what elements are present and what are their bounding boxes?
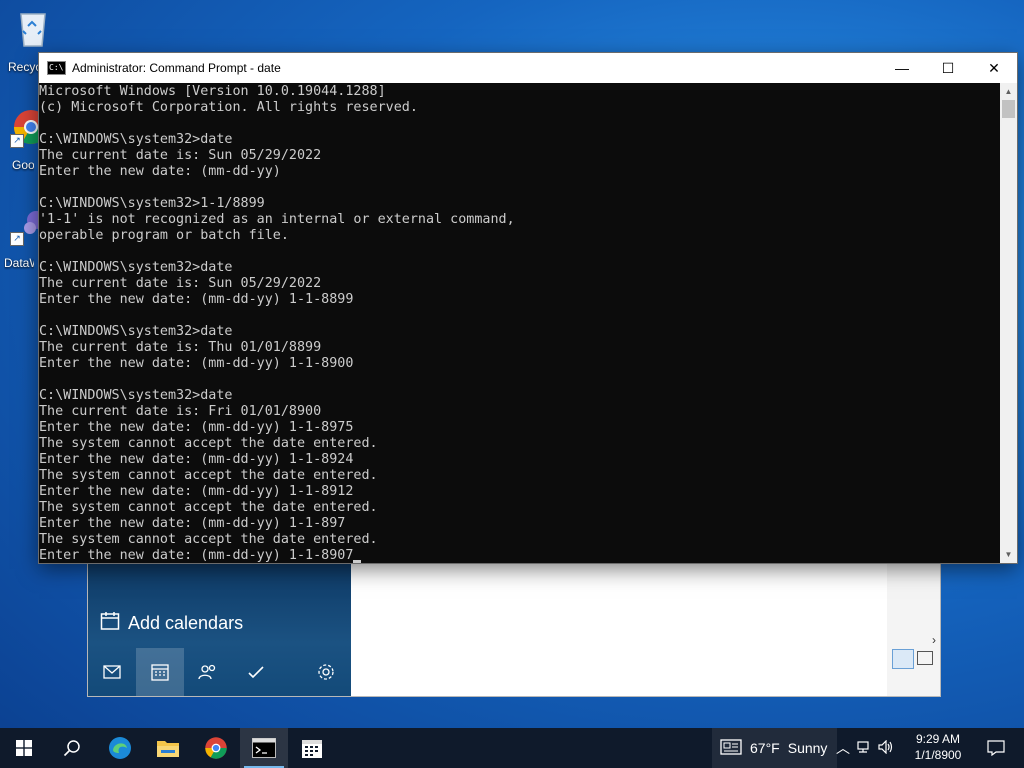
console-line: operable program or batch file. — [39, 228, 289, 243]
chevron-up-icon[interactable]: ︿ — [836, 738, 850, 758]
todo-icon[interactable] — [232, 648, 280, 696]
vertical-scrollbar[interactable]: ▲ ▼ — [1000, 83, 1017, 563]
console-line: (c) Microsoft Corporation. All rights re… — [39, 100, 418, 115]
mail-icon[interactable] — [88, 648, 136, 696]
scroll-thumb[interactable] — [1002, 100, 1015, 118]
console-line: Enter the new date: (mm-dd-yy) 1-1-8900 — [39, 356, 354, 371]
file-explorer-icon[interactable] — [144, 728, 192, 768]
console-line: The system cannot accept the date entere… — [39, 532, 378, 547]
console-line: '1-1' is not recognized as an internal o… — [39, 212, 515, 227]
calendar-sidebar: Add calendars — [88, 563, 351, 696]
calendar-side-panel: › — [887, 563, 940, 696]
calendar-add-icon — [100, 611, 120, 636]
add-calendars-label: Add calendars — [128, 613, 244, 633]
scroll-down-icon[interactable]: ▼ — [1000, 546, 1017, 563]
console-line: Enter the new date: (mm-dd-yy) 1-1-8924 — [39, 452, 354, 467]
volume-icon[interactable] — [878, 739, 894, 757]
image-view-icon[interactable] — [917, 651, 933, 665]
command-prompt-icon: C:\ — [47, 61, 66, 75]
weather-widget[interactable]: 67°F Sunny — [712, 728, 838, 768]
start-icon[interactable] — [0, 728, 48, 768]
console-line: The system cannot accept the date entere… — [39, 436, 378, 451]
console-output[interactable]: Microsoft Windows [Version 10.0.19044.12… — [39, 83, 999, 563]
maximize-button[interactable]: ☐ — [925, 53, 971, 83]
taskbar-clock[interactable]: 9:29 AM 1/1/8900 — [908, 731, 968, 763]
command-prompt-icon[interactable] — [240, 728, 288, 768]
console-line: C:\WINDOWS\system32>1-1/8899 — [39, 196, 265, 211]
console-text: Microsoft Windows [Version 10.0.19044.12… — [39, 83, 999, 563]
scroll-up-icon[interactable]: ▲ — [1000, 83, 1017, 100]
edge-icon[interactable] — [96, 728, 144, 768]
desktop-icon-label: Google Chrome — [12, 158, 34, 172]
close-button[interactable]: ✕ — [971, 53, 1017, 83]
people-icon[interactable] — [184, 648, 232, 696]
window-title: Administrator: Command Prompt - date — [72, 61, 281, 75]
calendar-window: Add calendars › — [88, 563, 940, 696]
list-view-icon[interactable] — [892, 649, 914, 669]
console-line: C:\WINDOWS\system32>date — [39, 132, 233, 147]
shortcut-arrow-icon: ↗ — [10, 232, 24, 246]
network-icon[interactable] — [856, 740, 872, 757]
console-line: The system cannot accept the date entere… — [39, 500, 378, 515]
clock-date: 1/1/8900 — [914, 748, 962, 762]
console-line: Enter the new date: (mm-dd-yy) 1-1-8975 — [39, 420, 354, 435]
console-line: C:\WINDOWS\system32>date — [39, 260, 233, 275]
text-cursor — [353, 560, 362, 563]
add-calendars-button[interactable]: Add calendars — [100, 611, 243, 636]
title-bar[interactable]: C:\ Administrator: Command Prompt - date… — [39, 53, 1017, 83]
calendar-icon[interactable] — [136, 648, 184, 696]
chrome-icon[interactable] — [192, 728, 240, 768]
calendar-icon[interactable] — [288, 728, 336, 768]
weather-news-icon — [720, 738, 742, 758]
clock-time: 9:29 AM — [915, 732, 961, 746]
console-line: Enter the new date: (mm-dd-yy) 1-1-8899 — [39, 292, 354, 307]
minimize-button[interactable]: — — [879, 53, 925, 83]
console-line: The current date is: Fri 01/01/8900 — [39, 404, 322, 419]
chevron-right-icon[interactable]: › — [932, 633, 936, 647]
console-line: Microsoft Windows [Version 10.0.19044.12… — [39, 84, 386, 99]
recycle-bin-icon — [14, 6, 52, 47]
weather-temp: 67°F — [750, 740, 780, 756]
console-line: The system cannot accept the date entere… — [39, 468, 378, 483]
command-prompt-window[interactable]: C:\ Administrator: Command Prompt - date… — [39, 53, 1017, 563]
console-line: The current date is: Sun 05/29/2022 — [39, 148, 322, 163]
shortcut-arrow-icon: ↗ — [10, 134, 24, 148]
settings-icon[interactable] — [302, 648, 350, 696]
console-line: Enter the new date: (mm-dd-yy) 1-1-8907 — [39, 548, 354, 563]
calendar-nav-bar — [88, 648, 351, 696]
console-line: The current date is: Sun 05/29/2022 — [39, 276, 322, 291]
console-line: Enter the new date: (mm-dd-yy) 1-1-8912 — [39, 484, 354, 499]
console-line: Enter the new date: (mm-dd-yy) 1-1-897 — [39, 516, 346, 531]
weather-condition: Sunny — [787, 740, 828, 756]
console-line: C:\WINDOWS\system32>date — [39, 324, 233, 339]
desktop-icon-label: DataWrangler — [4, 256, 34, 270]
system-tray: ︿ — [836, 728, 894, 768]
console-line: The current date is: Thu 01/01/8899 — [39, 340, 322, 355]
search-icon[interactable] — [48, 728, 96, 768]
console-line: Enter the new date: (mm-dd-yy) — [39, 164, 281, 179]
console-line: C:\WINDOWS\system32>date — [39, 388, 233, 403]
notification-icon[interactable] — [976, 728, 1016, 768]
desktop-icon-recycle-bin[interactable]: Recycle Bin — [0, 6, 71, 74]
taskbar: 67°F Sunny ︿ 9:29 AM 1/1/8900 — [0, 728, 1024, 768]
